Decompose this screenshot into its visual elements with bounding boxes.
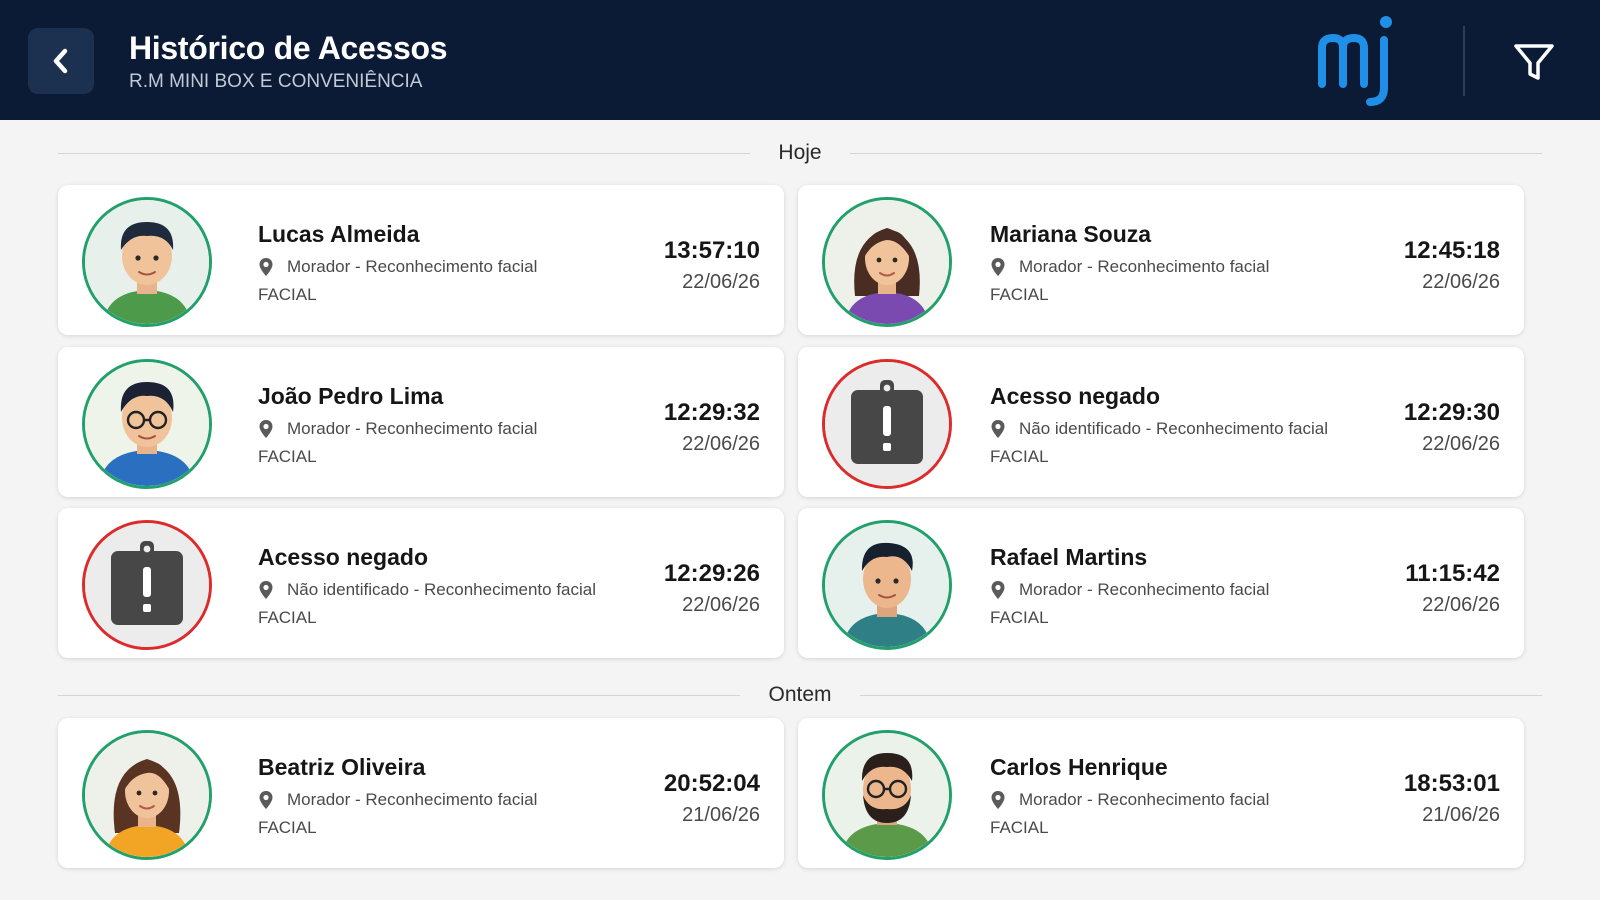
access-time: 12:29:30 [1403,399,1500,426]
access-time: 13:57:10 [663,237,760,264]
access-date: 22/06/26 [682,594,760,616]
access-time: 20:52:04 [663,770,760,797]
access-time: 12:45:18 [1403,237,1500,264]
person-name: Carlos Henrique [990,754,1168,780]
access-card[interactable]: Carlos Henrique Morador - Reconhecimento… [798,718,1524,868]
section-separator-today: Hoje [58,138,1543,168]
person-name: Acesso negado [258,544,428,570]
filter-button[interactable] [1510,38,1558,86]
access-date: 22/06/26 [1422,433,1500,455]
access-detail: Não identificado - Reconhecimento facial [1019,419,1329,438]
user-avatar [822,730,952,860]
person-name: Acesso negado [990,383,1160,409]
person-name: Mariana Souza [990,221,1152,247]
access-method: FACIAL [990,447,1049,466]
user-avatar [82,359,212,489]
section-label-today: Hoje [778,141,822,164]
access-detail: Morador - Reconhecimento facial [1019,257,1270,276]
access-time: 12:29:32 [663,399,760,426]
app-header: Histórico de Acessos R.M MINI BOX E CONV… [0,0,1600,120]
back-button[interactable] [28,28,94,94]
location-pin-icon [258,790,274,810]
access-date: 22/06/26 [1422,594,1500,616]
access-detail: Morador - Reconhecimento facial [287,257,538,276]
access-card[interactable]: Rafael Martins Morador - Reconhecimento … [798,508,1524,658]
access-detail: Morador - Reconhecimento facial [1019,790,1270,809]
access-card[interactable]: Lucas Almeida Morador - Reconhecimento f… [58,185,784,335]
access-card[interactable]: Beatriz Oliveira Morador - Reconheciment… [58,718,784,868]
location-pin-icon [258,580,274,600]
access-card[interactable]: João Pedro Lima Morador - Reconhecimento… [58,347,784,497]
mj-logo [1318,16,1392,106]
section-label-yesterday: Ontem [768,683,832,706]
unknown-user-icon [822,359,952,489]
access-detail: Morador - Reconhecimento facial [287,790,538,809]
person-name: Beatriz Oliveira [258,754,426,780]
access-method: FACIAL [258,608,317,627]
location-pin-icon [258,419,274,439]
user-avatar [82,730,212,860]
access-method: FACIAL [990,285,1049,304]
access-time: 12:29:26 [663,560,760,587]
user-avatar [822,520,952,650]
access-time: 11:15:42 [1405,560,1500,587]
person-name: Rafael Martins [990,544,1148,570]
access-date: 22/06/26 [682,271,760,293]
access-method: FACIAL [258,447,317,466]
chevron-left-icon [53,48,68,74]
access-method: FACIAL [258,285,317,304]
access-detail: Morador - Reconhecimento facial [1019,580,1270,599]
access-card-denied[interactable]: Acesso negado Não identificado - Reconhe… [58,508,784,658]
location-pin-icon [990,790,1006,810]
access-card-denied[interactable]: Acesso negado Não identificado - Reconhe… [798,347,1524,497]
access-method: FACIAL [990,608,1049,627]
user-avatar [82,197,212,327]
location-pin-icon [990,580,1006,600]
access-method: FACIAL [258,818,317,837]
person-name: Lucas Almeida [258,221,420,247]
access-method: FACIAL [990,818,1049,837]
access-detail: Não identificado - Reconhecimento facial [287,580,597,599]
location-pin-icon [990,419,1006,439]
person-name: João Pedro Lima [258,383,444,409]
filter-icon [1514,44,1554,80]
access-date: 22/06/26 [682,433,760,455]
access-time: 18:53:01 [1403,770,1500,797]
access-card[interactable]: Mariana Souza Morador - Reconhecimento f… [798,185,1524,335]
header-divider [1463,26,1465,96]
access-detail: Morador - Reconhecimento facial [287,419,538,438]
location-pin-icon [990,257,1006,277]
user-avatar [822,197,952,327]
page-title: Histórico de Acessos [129,30,448,66]
access-date: 21/06/26 [682,804,760,826]
access-date: 21/06/26 [1422,804,1500,826]
unknown-user-icon [82,520,212,650]
page-subtitle: R.M MINI BOX E CONVENIÊNCIA [129,71,423,92]
section-separator-yesterday: Ontem [58,680,1542,710]
access-date: 22/06/26 [1422,271,1500,293]
location-pin-icon [258,257,274,277]
header-titles: Histórico de Acessos R.M MINI BOX E CONV… [129,30,448,93]
